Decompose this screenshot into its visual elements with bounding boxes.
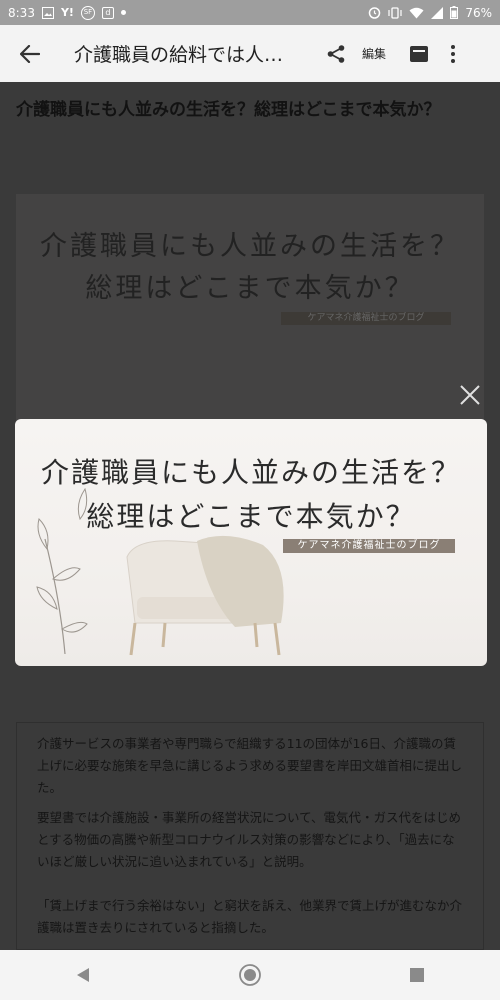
status-bar-left: 8:33 Y! SF d xyxy=(8,5,126,20)
share-icon xyxy=(327,44,345,63)
sf-icon: SF xyxy=(80,5,95,20)
triangle-back-icon xyxy=(77,968,90,982)
article-paragraph: 介護サービスの事業者や専門職らで組織する11の団体が16日、介護職の賃上げに必要… xyxy=(37,736,463,795)
inbox-icon xyxy=(410,45,429,62)
lightbox-line2: 総理はどこまで本気か？ xyxy=(86,500,416,533)
article-hero-image[interactable]: 介護職員にも人並みの生活を？ 総理はどこまで本気か？ ケアマネ介護福祉士のブログ xyxy=(16,194,484,424)
wifi-icon xyxy=(409,7,424,19)
nav-home-button[interactable] xyxy=(230,955,270,995)
signal-icon xyxy=(431,6,444,19)
status-bar: 8:33 Y! SF d 76% xyxy=(0,0,500,25)
article-paragraph: 「賃上げまで行う余裕はない」と窮状を訴え、他業界で賃上げが進むなか介護職は置き去… xyxy=(37,898,463,935)
lightbox-tag: ケアマネ介護福祉士のブログ xyxy=(283,539,455,553)
page-title: 介護職員の給料では人… xyxy=(74,44,284,66)
close-lightbox-button[interactable] xyxy=(458,383,482,407)
image-icon xyxy=(41,6,54,19)
article-body: 介護サービスの事業者や専門職らで組織する11の団体が16日、介護職の賃上げに必要… xyxy=(16,722,484,950)
app-toolbar: 介護職員の給料では人… 編集 xyxy=(0,25,500,82)
article-paragraph: 要望書では介護施設・事業所の経営状況について、電気代・ガス代をはじめとする物価の… xyxy=(37,810,462,869)
nav-back-button[interactable] xyxy=(63,955,103,995)
hero-line2: 総理はどこまで本気か？ xyxy=(85,273,415,304)
lightbox-image[interactable]: 介護職員にも人並みの生活を？ 総理はどこまで本気か？ ケアマネ介護福祉士のブログ xyxy=(15,419,487,666)
dot-icon xyxy=(120,10,126,15)
battery-percent: 76% xyxy=(465,5,492,20)
vibrate-icon xyxy=(388,6,402,19)
battery-icon xyxy=(450,6,459,19)
status-time: 8:33 xyxy=(8,5,35,20)
share-button[interactable] xyxy=(324,42,348,66)
edit-button[interactable]: 編集 xyxy=(362,45,386,62)
back-button[interactable] xyxy=(16,40,44,68)
hero-tag: ケアマネ介護福祉士のブログ xyxy=(281,312,451,325)
more-options-button[interactable] xyxy=(448,43,458,65)
close-icon xyxy=(460,385,480,405)
hero-line1: 介護職員にも人並みの生活を？ xyxy=(40,231,460,262)
square-recents-icon xyxy=(409,968,424,982)
lightbox-line1: 介護職員にも人並みの生活を？ xyxy=(40,456,461,489)
article-heading: 介護職員にも人並みの生活を？総理はどこまで本気か？ xyxy=(16,100,441,120)
yahoo-icon: Y! xyxy=(60,6,74,19)
system-nav-bar xyxy=(0,950,500,1000)
save-to-pocket-button[interactable] xyxy=(408,43,430,65)
alarm-icon xyxy=(368,6,381,19)
nav-recents-button[interactable] xyxy=(397,955,437,995)
home-circle-icon xyxy=(239,964,261,986)
arrow-left-icon xyxy=(20,44,40,63)
d-icon: d xyxy=(101,6,114,19)
status-bar-right: 76% xyxy=(368,6,492,20)
more-vert-icon xyxy=(451,44,456,49)
